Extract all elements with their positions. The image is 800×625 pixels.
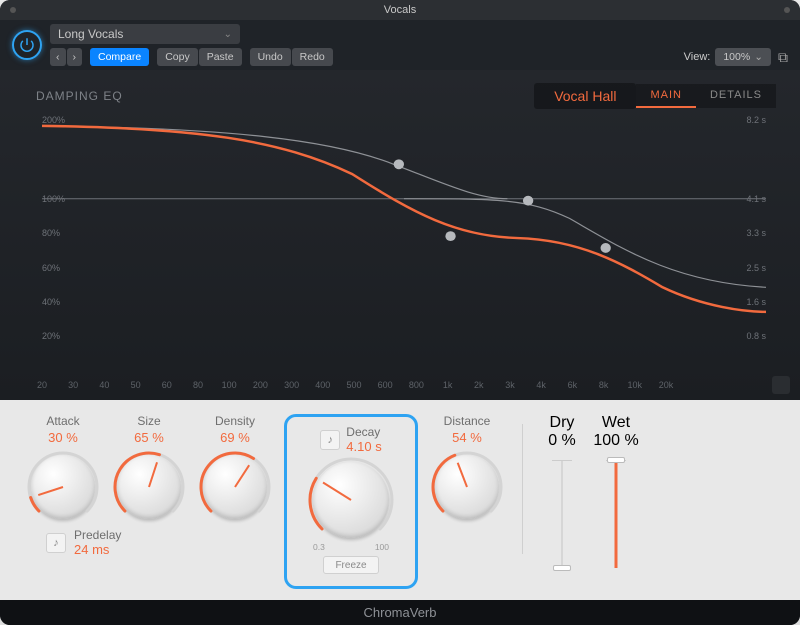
x-tick: 60 xyxy=(162,380,172,390)
decay-label: Decay xyxy=(346,425,380,439)
titlebar-dot-right xyxy=(784,7,790,13)
chevron-down-icon: ⌄ xyxy=(754,51,763,63)
reverb-type-label[interactable]: Vocal Hall xyxy=(534,83,636,109)
predelay-control: ♪ Predelay 24 ms xyxy=(46,528,121,557)
output-meter-icon[interactable] xyxy=(772,376,790,394)
undo-button[interactable]: Undo xyxy=(250,48,291,66)
panel-divider xyxy=(522,424,523,554)
toolbar-button-row: ‹ › Compare Copy Paste Undo Redo View: 1… xyxy=(50,48,788,66)
x-tick: 2k xyxy=(474,380,484,390)
zoom-value: 100% xyxy=(723,51,750,63)
plugin-window: Vocals Long Vocals ⌄ ‹ › Compare Copy Pa… xyxy=(0,0,800,625)
x-tick: 50 xyxy=(131,380,141,390)
predelay-sync-icon[interactable]: ♪ xyxy=(46,533,66,553)
distance-control: Distance 54 % xyxy=(424,414,510,519)
x-tick: 200 xyxy=(253,380,268,390)
prev-preset-button[interactable]: ‹ xyxy=(50,48,66,66)
density-knob[interactable] xyxy=(203,455,267,519)
x-tick: 800 xyxy=(409,380,424,390)
attack-label: Attack xyxy=(46,414,79,428)
x-tick: 6k xyxy=(568,380,578,390)
decay-value: 4.10 s xyxy=(346,439,381,454)
plugin-footer: ChromaVerb xyxy=(0,600,800,625)
predelay-value: 24 ms xyxy=(74,542,121,557)
decay-control-highlighted: ♪ Decay 4.10 s 0.3 100 Freeze xyxy=(284,414,418,589)
chevron-down-icon: ⌄ xyxy=(224,29,232,40)
link-icon[interactable]: ⧉ xyxy=(778,49,788,66)
toolbar-rows: Long Vocals ⌄ ‹ › Compare Copy Paste Und… xyxy=(50,24,788,66)
size-control: Size 65 % xyxy=(106,414,192,519)
x-tick: 600 xyxy=(378,380,393,390)
predelay-label: Predelay xyxy=(74,528,121,542)
x-tick: 20k xyxy=(659,380,674,390)
wet-slider[interactable] xyxy=(611,460,621,568)
eq-plot[interactable]: 200% 100% 80% 60% 40% 20% 8.2 s 4.1 s 3.… xyxy=(42,120,766,366)
view-label: View: xyxy=(684,51,711,63)
x-tick: 100 xyxy=(222,380,237,390)
attack-value: 30 % xyxy=(48,430,78,445)
paste-button[interactable]: Paste xyxy=(199,48,242,66)
eq-curves xyxy=(42,120,766,366)
power-button[interactable] xyxy=(12,30,42,60)
x-tick: 10k xyxy=(628,380,643,390)
toolbar: Long Vocals ⌄ ‹ › Compare Copy Paste Und… xyxy=(0,20,800,70)
x-tick: 20 xyxy=(37,380,47,390)
freeze-button[interactable]: Freeze xyxy=(323,556,379,574)
x-tick: 8k xyxy=(599,380,609,390)
damping-eq-graph: DAMPING EQ Vocal Hall MAIN DETAILS 200% … xyxy=(0,70,800,400)
wet-label: Wet xyxy=(602,414,630,432)
zoom-selector[interactable]: 100% ⌄ xyxy=(715,48,771,66)
distance-knob[interactable] xyxy=(435,455,499,519)
copy-button[interactable]: Copy xyxy=(157,48,198,66)
next-preset-button[interactable]: › xyxy=(67,48,83,66)
x-tick: 500 xyxy=(346,380,361,390)
size-value: 65 % xyxy=(134,430,164,445)
low-band-handle[interactable] xyxy=(394,159,404,169)
distance-label: Distance xyxy=(444,414,491,428)
x-tick: 4k xyxy=(536,380,546,390)
dry-value: 0 % xyxy=(548,432,576,450)
wet-value: 100 % xyxy=(593,432,638,450)
redo-button[interactable]: Redo xyxy=(292,48,333,66)
dry-control: Dry 0 % xyxy=(535,414,589,568)
dry-slider[interactable] xyxy=(557,460,567,568)
tab-main[interactable]: MAIN xyxy=(636,84,696,108)
dry-label: Dry xyxy=(550,414,575,432)
compare-button[interactable]: Compare xyxy=(90,48,149,66)
wet-control: Wet 100 % xyxy=(589,414,643,568)
high-band-handle[interactable] xyxy=(601,243,611,253)
tab-details[interactable]: DETAILS xyxy=(696,84,776,108)
density-control: Density 69 % xyxy=(192,414,278,519)
graph-header: DAMPING EQ Vocal Hall MAIN DETAILS xyxy=(36,82,776,110)
size-label: Size xyxy=(137,414,160,428)
mid-band-handle[interactable] xyxy=(445,231,455,241)
power-icon xyxy=(18,36,36,54)
decay-knob[interactable] xyxy=(313,462,389,538)
titlebar: Vocals xyxy=(0,0,800,20)
preset-name: Long Vocals xyxy=(58,27,123,41)
graph-tabs: MAIN DETAILS xyxy=(636,84,776,108)
titlebar-dot-left xyxy=(10,7,16,13)
density-value: 69 % xyxy=(220,430,250,445)
preset-selector[interactable]: Long Vocals ⌄ xyxy=(50,24,240,44)
attack-knob[interactable] xyxy=(31,455,95,519)
x-tick: 1k xyxy=(443,380,453,390)
x-tick: 300 xyxy=(284,380,299,390)
x-tick: 30 xyxy=(68,380,78,390)
x-tick: 400 xyxy=(315,380,330,390)
crossover-handle[interactable] xyxy=(523,196,533,206)
graph-section-title: DAMPING EQ xyxy=(36,89,564,103)
x-tick: 3k xyxy=(505,380,515,390)
x-tick: 80 xyxy=(193,380,203,390)
x-tick: 40 xyxy=(99,380,109,390)
window-title: Vocals xyxy=(384,4,416,16)
attack-control: Attack 30 % xyxy=(20,414,106,519)
distance-value: 54 % xyxy=(452,430,482,445)
parameter-panel: Attack 30 % Size 65 % Density 69 % ♪ Dec… xyxy=(0,400,800,600)
density-label: Density xyxy=(215,414,255,428)
size-knob[interactable] xyxy=(117,455,181,519)
decay-sync-icon[interactable]: ♪ xyxy=(320,430,340,450)
